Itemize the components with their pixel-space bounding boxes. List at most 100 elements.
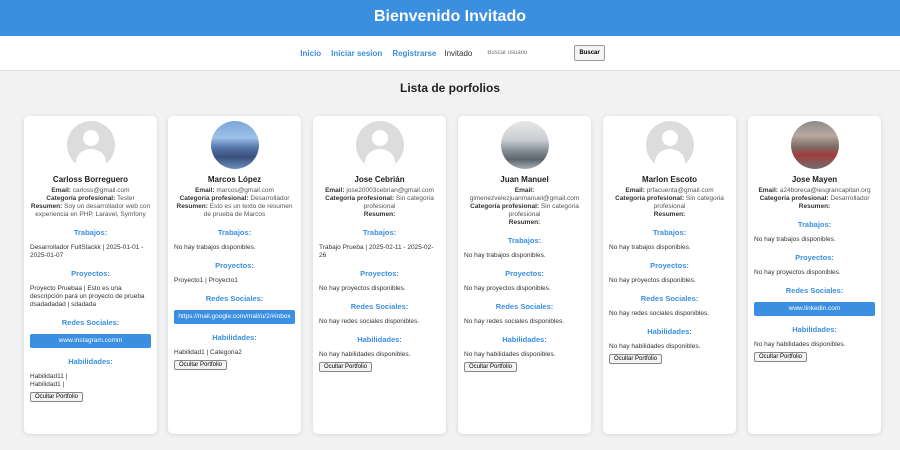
email-value: jose20003cebrian@gmail.com [346,187,434,194]
skill-item: Habilidad11 | [30,373,68,380]
social-title: Redes Sociales: [495,302,554,311]
social-title: Redes Sociales: [785,286,844,295]
email-value: prfacuenta@gmail.com [646,187,714,194]
nav-register-link[interactable]: Registrarse [392,49,436,58]
category-value: Tester [116,195,135,202]
portfolio-card: Carloss Borreguero Email: carloss@gmail.… [24,116,157,434]
social-link-button[interactable]: www.instagram.comm [30,334,151,348]
social-link-button[interactable]: https://mail.google.com/mail/u/2/#inbox [174,310,295,324]
social-title: Redes Sociales: [350,302,409,311]
summary-label: Resumen: [653,211,686,218]
skills-body: Habilidad1 | Categoria2 [174,349,295,357]
jobs-title: Trabajos: [217,228,252,237]
search-input[interactable] [484,45,575,61]
email-row: Email: marcos@gmail.com [174,187,295,195]
user-name: Marlon Escoto [641,175,698,184]
jobs-body: No hay trabajos disponibles. [754,236,836,243]
jobs-body: No hay trabajos disponibles. [609,244,691,251]
category-label: Categoría profesional: [759,195,829,202]
category-value: Desarrollador [830,195,870,202]
category-label: Categoría profesional: [46,195,116,202]
skill-item: Habilidad1 | [30,381,65,388]
page-title: Lista de porfolios [399,81,500,95]
projects-title: Proyectos: [650,261,689,270]
summary-label: Resumen: [363,211,396,218]
hide-portfolio-button[interactable]: Ocultar Portfolio [174,360,228,370]
social-title: Redes Sociales: [61,318,120,327]
projects-body: No hay proyectos disponibles. [754,269,841,276]
hide-portfolio-button[interactable]: Ocultar Portfolio [754,352,808,362]
email-value: marcos@gmail.com [216,187,274,194]
navbar: Inicio Iniciar sesion Registrarse Invita… [0,36,900,71]
portfolio-card: Jose Cebrián Email: jose20003cebrian@gma… [313,116,446,434]
jobs-title: Trabajos: [507,236,542,245]
category-label: Categoría profesional: [325,195,395,202]
category-label: Categoría profesional: [615,195,685,202]
projects-title: Proyectos: [795,253,834,262]
jobs-title: Trabajos: [797,220,832,229]
skills-body: Habilidad11 | Habilidad1 | [30,373,151,389]
email-label: Email: [51,187,71,194]
jobs-body: No hay trabajos disponibles. [464,252,546,259]
user-name: Carloss Borreguero [52,175,129,184]
portfolio-card: Juan Manuel Email: gimenezvelezjuanmanuel… [458,116,591,434]
skills-title: Habilidades: [647,327,692,336]
social-title: Redes Sociales: [205,294,264,303]
nav-login-link[interactable]: Iniciar sesion [331,49,382,58]
skills-body: No hay habilidades disponibles. [464,351,556,358]
summary-row: Resumen: [319,211,440,219]
category-row: Categoría profesional: Desarrollador [174,195,295,203]
projects-title: Proyectos: [215,261,254,270]
skills-body: No hay habilidades disponibles. [319,351,411,358]
hide-portfolio-button[interactable]: Ocultar Portfolio [30,392,84,402]
category-value: Desarrollador [250,195,290,202]
hide-portfolio-button[interactable]: Ocultar Portfolio [609,354,663,364]
email-label: Email: [625,187,645,194]
profile-photo [500,121,549,169]
category-row: Categoría profesional: Sin categoria pro… [609,195,730,211]
search-button[interactable]: Buscar [574,45,605,61]
social-body: No hay redes sociales disponibles. [609,310,710,317]
skills-title: Habilidades: [357,335,402,344]
summary-row: Resumen: [609,211,730,219]
skills-title: Habilidades: [68,357,113,366]
email-row: Email: carloss@gmail.com [30,187,151,195]
email-label: Email: [325,187,345,194]
hide-portfolio-button[interactable]: Ocultar Portfolio [464,362,518,372]
category-label: Categoría profesional: [470,203,540,210]
nav-inicio-link[interactable]: Inicio [300,49,321,58]
skill-item: Habilidad1 | Categoria2 [174,349,242,356]
category-row: Categoría profesional: Sin categoria pro… [319,195,440,211]
summary-label: Resumen: [176,203,208,210]
summary-label: Resumen: [30,203,63,210]
header-title: Bienvenido Invitado [373,8,526,25]
summary-label: Resumen: [798,203,831,210]
social-body: No hay redes sociales disponibles. [319,318,420,325]
email-row: Email: jose20003cebrian@gmail.com [319,187,440,195]
default-user-icon [355,121,404,169]
profile-photo [210,121,259,169]
guest-label: Invitado [444,48,473,58]
summary-row: Resumen: Soy un desarrollador web con ex… [30,203,151,219]
summary-label: Resumen: [508,219,541,226]
jobs-body: No hay trabajos disponibles. [174,244,256,251]
projects-body: No hay proyectos disponibles. [319,285,406,292]
email-value: carloss@gmail.com [72,187,130,194]
projects-title: Proyectos: [505,269,544,278]
user-name: Juan Manuel [500,175,549,184]
user-name: Jose Mayen [791,175,838,184]
social-link-button[interactable]: www.linkedin.com [754,302,875,316]
summary-row: Resumen: Esto es un texto de resumen de … [174,203,295,219]
jobs-title: Trabajos: [652,228,687,237]
email-value: gimenezvelezjuanmanuel@gmail.com [469,195,580,202]
jobs-title: Trabajos: [362,228,397,237]
hide-portfolio-button[interactable]: Ocultar Portfolio [319,362,373,372]
projects-body: Proyecto1 | Proyecto1 [174,277,238,284]
user-name: Jose Cebrián [354,175,405,184]
summary-row: Resumen: [754,203,875,211]
page-header: Bienvenido Invitado [0,0,900,36]
email-value: a24boreca@iesgrancapitan.org [779,187,871,194]
email-label: Email: [758,187,778,194]
category-row: Categoría profesional: Sin categoria pro… [464,203,585,219]
portfolio-card: Jose Mayen Email: a24boreca@iesgrancapit… [748,116,881,434]
